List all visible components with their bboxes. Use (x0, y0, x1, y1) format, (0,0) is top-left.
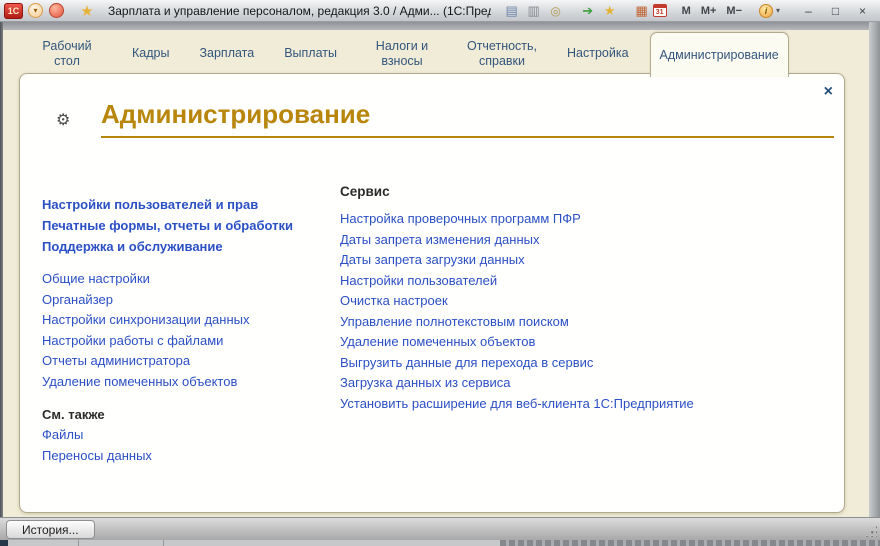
resize-grip[interactable] (864, 524, 877, 537)
print-icon[interactable]: ▥ (523, 2, 545, 19)
nav-link[interactable]: Настройка проверочных программ ПФР (340, 209, 581, 230)
tab[interactable]: Отчетность, справки (458, 30, 546, 77)
right-column: Сервис Настройка проверочных программ ПФ… (340, 184, 780, 414)
administration-panel: ⚙ × Администрирование Настройки пользова… (19, 73, 845, 513)
calculator-icon[interactable]: ▦ (631, 2, 653, 19)
info-icon[interactable]: i (759, 4, 773, 18)
tab-bar: Рабочий стол Кадры Зарплата Выплаты Налоги и… (3, 30, 869, 77)
tab[interactable]: Налоги и взносы (358, 30, 446, 77)
left-column: Настройки пользователей и правПечатные ф… (42, 194, 340, 466)
tab-label: Налоги и взносы (367, 39, 437, 69)
app-window: 1С ▾ ★ Зарплата и управление персоналом, р… (0, 0, 880, 546)
nav-link[interactable]: Общие настройки (42, 269, 150, 290)
nav-link[interactable]: Органайзер (42, 290, 113, 311)
taskbar-start-segment (0, 540, 8, 546)
page-title: Администрирование (101, 96, 834, 138)
tab[interactable]: Настройка (558, 30, 638, 77)
gear-icon: ⚙ (56, 110, 70, 130)
main-menu-button-icon[interactable]: ▾ (28, 3, 43, 18)
window-body: Рабочий стол Кадры Зарплата Выплаты Налоги и… (0, 22, 880, 546)
tab-label: Выплаты (284, 46, 337, 61)
window-title: Зарплата и управление персоналом, редакц… (108, 4, 491, 18)
tab-label: Отчетность, справки (467, 39, 537, 69)
secondary-links: Общие настройкиОрганайзерНастройки синхр… (42, 269, 340, 392)
minimize-icon[interactable]: – (795, 2, 822, 19)
see-also-links: ФайлыПереносы данных (42, 425, 340, 466)
memory-icon[interactable]: M (677, 2, 696, 19)
taskbar-icons-segment (500, 540, 880, 546)
nav-link[interactable]: Очистка настроек (340, 291, 448, 312)
close-window-icon[interactable]: × (849, 2, 876, 19)
service-heading: Сервис (340, 184, 780, 200)
tab[interactable]: Кадры (123, 30, 178, 77)
tab-label: Администрирование (660, 48, 779, 63)
tab-label: Рабочий стол (32, 39, 102, 69)
nav-link[interactable]: Поддержка и обслуживание (42, 236, 223, 257)
window-chrome-strip (3, 22, 869, 30)
nav-link[interactable]: Управление полнотекстовым поиском (340, 312, 569, 333)
nav-link[interactable]: Настройки пользователей (340, 271, 497, 292)
service-links: Настройка проверочных программ ПФРДаты з… (340, 209, 780, 414)
nav-link[interactable]: Выгрузить данные для перехода в сервис (340, 353, 593, 374)
titlebar-toolbar: ▤▥◎ ➔★ ▦31 MM+M− i▾ (501, 0, 783, 21)
primary-links: Настройки пользователей и правПечатные ф… (42, 194, 340, 257)
tab[interactable]: Зарплата (190, 30, 263, 77)
history-button[interactable]: История... (6, 520, 95, 539)
favorites-button-icon[interactable]: ★ (76, 2, 98, 19)
window-controls: –□× (795, 0, 876, 21)
save-icon[interactable]: ▤ (501, 2, 523, 19)
app-logo-1c-icon[interactable]: 1С (4, 3, 23, 19)
nav-link[interactable]: Настройки синхронизации данных (42, 310, 250, 331)
add-favorite-icon[interactable]: ★ (599, 2, 621, 19)
status-bar: История... (0, 517, 880, 540)
tab-label: Кадры (132, 46, 169, 61)
nav-link[interactable]: Настройки работы с файлами (42, 331, 223, 352)
nav-link[interactable]: Даты запрета изменения данных (340, 230, 539, 251)
tab[interactable]: Выплаты (275, 30, 346, 77)
memory-plus-icon[interactable]: M+ (696, 2, 722, 19)
tab[interactable]: Администрирование (650, 32, 789, 77)
nav-link[interactable]: Файлы (42, 425, 83, 446)
nav-link[interactable]: Переносы данных (42, 446, 152, 467)
tab[interactable]: Рабочий стол (23, 30, 111, 77)
titlebar: 1С ▾ ★ Зарплата и управление персоналом, р… (0, 0, 880, 22)
nav-link[interactable]: Настройки пользователей и прав (42, 194, 258, 215)
titlebar-left-icons: 1С ▾ ★ (4, 0, 98, 21)
workspace: Рабочий стол Кадры Зарплата Выплаты Налоги и… (3, 30, 869, 517)
service-menu-button-icon[interactable] (49, 3, 64, 18)
go-to-icon[interactable]: ➔ (577, 2, 599, 19)
taskbar-separator (163, 540, 164, 546)
nav-link[interactable]: Удаление помеченных объектов (42, 372, 237, 393)
nav-link[interactable]: Отчеты администратора (42, 351, 190, 372)
taskbar-strip (0, 540, 880, 546)
calendar-icon[interactable]: 31 (653, 4, 667, 17)
window-right-border (869, 22, 880, 517)
nav-link[interactable]: Удаление помеченных объектов (340, 332, 535, 353)
nav-link[interactable]: Загрузка данных из сервиса (340, 373, 511, 394)
memory-minus-icon[interactable]: M− (721, 2, 747, 19)
see-also-heading: См. также (42, 405, 340, 425)
info-dropdown-icon[interactable]: ▾ (773, 2, 783, 19)
nav-link[interactable]: Даты запрета загрузки данных (340, 250, 525, 271)
tab-label: Настройка (567, 46, 629, 61)
nav-link[interactable]: Установить расширение для веб-клиента 1С… (340, 394, 694, 415)
tab-label: Зарплата (199, 46, 254, 61)
nav-link[interactable]: Печатные формы, отчеты и обработки (42, 215, 293, 236)
maximize-icon[interactable]: □ (822, 2, 849, 19)
taskbar-separator (78, 540, 79, 546)
print-preview-icon[interactable]: ◎ (545, 2, 567, 19)
